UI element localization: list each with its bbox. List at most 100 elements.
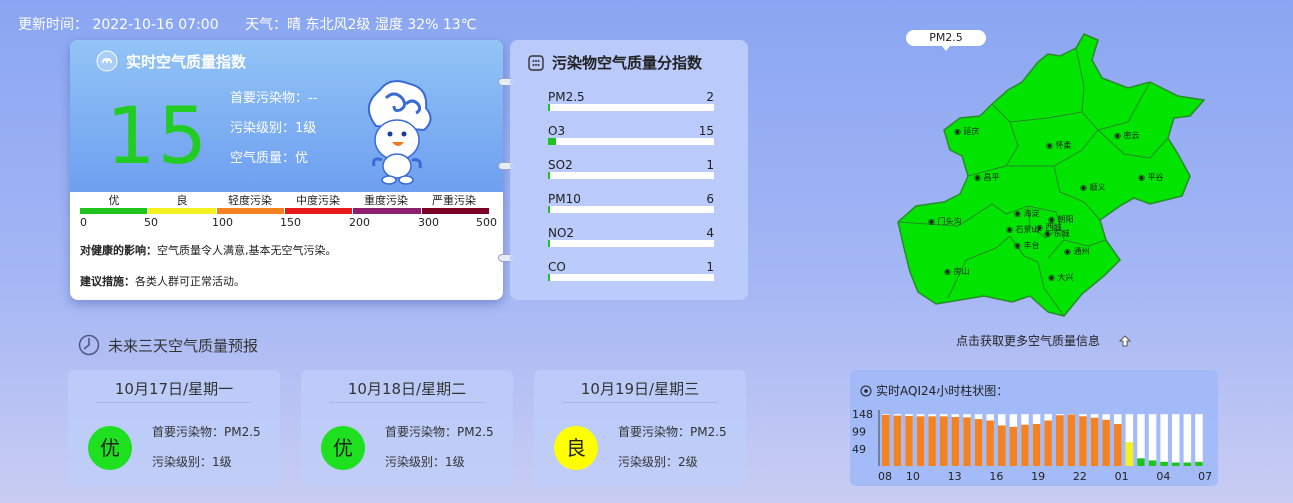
aqi-bar [1056,415,1064,466]
forecast-card: 10月19日/星期三良 首要污染物：PM2.5 污染级别：2级 [534,370,746,486]
x-tick-label: 04 [1156,470,1170,483]
map-pollutant-tag[interactable]: PM2.5 [906,30,986,51]
forecast-level: 污染级别：1级 [152,455,232,469]
aqi-bar [1183,462,1192,466]
pollutant-value: 1 [706,158,714,172]
pollutant-bar-track [548,104,714,111]
aqi-scale: 优 良 轻度污染 中度污染 重度污染 严重污染 0 50 100 150 200 300 500 [80,194,497,229]
aqi-bar [986,420,994,466]
health-impact: 对健康的影响：空气质量令人满意,基本无空气污染。 [80,244,337,257]
forecast-date: 10月18日/星期二 [347,380,467,398]
y-tick-label: 49 [852,443,866,456]
scale-label: 良 [176,194,188,207]
pollutant-bar-fill [548,138,557,145]
forecast-details: 首要污染物：PM2.5 污染级别：1级 [385,422,494,482]
aqi-value: 15 [106,92,210,182]
aqi-scale-numbers: 0 50 100 150 200 300 500 [80,214,497,229]
aqi-bar [1125,442,1134,466]
district-label: ◉ 顺义 [1080,183,1106,192]
aqi-bar [1067,414,1076,466]
pollutant-bar-fill [548,240,550,247]
pollutant-name: O3 [548,124,566,138]
aqi-bar [1032,424,1041,466]
aqi-bar [1137,458,1145,466]
aqi-bar [928,416,936,466]
pollutant-row: O3 15 [548,122,714,156]
aqi-bar [1195,461,1203,466]
more-info-link[interactable]: 点击获取更多空气质量信息 [956,332,1132,349]
district-map[interactable]: ◉ 延庆◉ 怀柔◉ 密云◉ 昌平◉ 顺义◉ 平谷◉ 门头沟◉ 海淀◉ 朝阳◉ 石… [888,26,1218,326]
pollutant-row: SO2 1 [548,156,714,190]
scale-number: 150 [280,216,301,229]
bar-background [1195,414,1203,466]
scale-label: 重度污染 [364,194,408,207]
forecast-date: 10月19日/星期三 [580,380,700,398]
aqi-bar [1044,420,1052,466]
pollutant-name: SO2 [548,158,573,172]
district-label: ◉ 丰台 [1014,240,1040,250]
forecast-level: 污染级别：2级 [618,455,698,469]
forecast-grade-badge: 优 [88,426,132,470]
pollutant-bar-fill [548,172,550,179]
realtime-aqi-title: 实时空气质量指数 [96,50,246,72]
aqi-bar [1009,426,1018,466]
x-tick-label: 13 [948,470,962,483]
bar-background [1148,414,1157,466]
forecast-primary: 首要污染物：PM2.5 [152,425,261,439]
hourly-aqi-chart: 实时AQI24小时柱状图： 148 99 49 08 10 13 16 19 22 01 04 07 [850,370,1218,486]
forecast-grade-badge: 优 [321,426,365,470]
x-tick-label: 07 [1198,470,1212,483]
district-label: ◉ 昌平 [974,173,1000,182]
bar-background [1137,414,1145,466]
scale-number: 300 [418,216,439,229]
aqi-bar [998,425,1006,466]
pollutant-value: 2 [706,90,714,104]
pollutant-row: PM10 6 [548,190,714,224]
x-tick-label: 10 [906,470,920,483]
district-label: ◉ 石景山 [1006,224,1040,234]
aqi-scale-labels: 优 良 轻度污染 中度污染 重度污染 严重污染 [80,194,490,208]
pollutant-name: NO2 [548,226,575,240]
aqi-bar [1021,424,1029,466]
pollutant-bar-track [548,274,714,281]
aqi-bar [882,414,890,466]
aqi-bar [974,419,983,466]
pollutant-bar-track [548,206,714,213]
pollutant-name: PM10 [548,192,581,206]
forecast-details: 首要污染物：PM2.5 污染级别：1级 [152,422,261,482]
aqi-bar [951,417,960,466]
primary-pollutant: 首要污染物：-- [230,91,318,106]
forecast-date: 10月17日/星期一 [114,380,234,398]
aqi-bar [1172,462,1180,466]
x-tick-label: 01 [1115,470,1129,483]
aqi-bar [893,415,902,466]
aqi-bar [963,417,971,466]
forecast-header: 未来三天空气质量预报 [78,334,258,356]
y-tick-label: 148 [852,408,873,421]
scale-label: 严重污染 [432,194,476,207]
pollutant-list: PM2.5 2 O3 15 SO2 1 PM10 6 NO2 4 CO 1 [548,88,714,292]
forecast-primary: 首要污染物：PM2.5 [618,425,727,439]
district-label: ◉ 平谷 [1138,173,1164,182]
forecast-level: 污染级别：1级 [385,455,465,469]
chart-mode-icon [860,385,872,396]
district-label: ◉ 门头沟 [928,216,962,226]
beijing-map[interactable]: ◉ 延庆 ◉ 怀柔 ◉ 密云 ◉ 昌平 ◉ 顺义 ◉ 平谷 ◉ 门头沟 ◉ 海淀 ◉ 朝阳 ◉ 石… [888,26,1218,326]
cloud-face-icon [96,50,118,72]
pollutant-index-card: 污染物空气质量分指数 PM2.5 2 O3 15 SO2 1 PM10 6 NO2 4 CO 1 [510,40,748,300]
realtime-aqi-card: 实时空气质量指数 15 首要污染物：-- 污染级别：1级 空气质量：优 优 良 轻度… [70,40,503,300]
pollutant-bar-track [548,138,714,145]
pollutant-bar-fill [548,274,550,281]
update-time: 更新时间： 2022-10-16 07:00 [18,17,219,33]
x-tick-label: 08 [878,470,892,483]
aqi-bar [1090,417,1099,466]
pointer-hand-icon[interactable] [1118,334,1132,348]
pollutant-bar-track [548,240,714,247]
scale-label: 轻度污染 [228,194,272,207]
district-label: ◉ 密云 [1114,130,1140,140]
scale-number: 200 [349,216,370,229]
pollutant-value: 6 [706,192,714,206]
pollutant-row: PM2.5 2 [548,88,714,122]
x-tick-label: 22 [1073,470,1087,483]
district-label: ◉ 东城 [1044,228,1070,238]
